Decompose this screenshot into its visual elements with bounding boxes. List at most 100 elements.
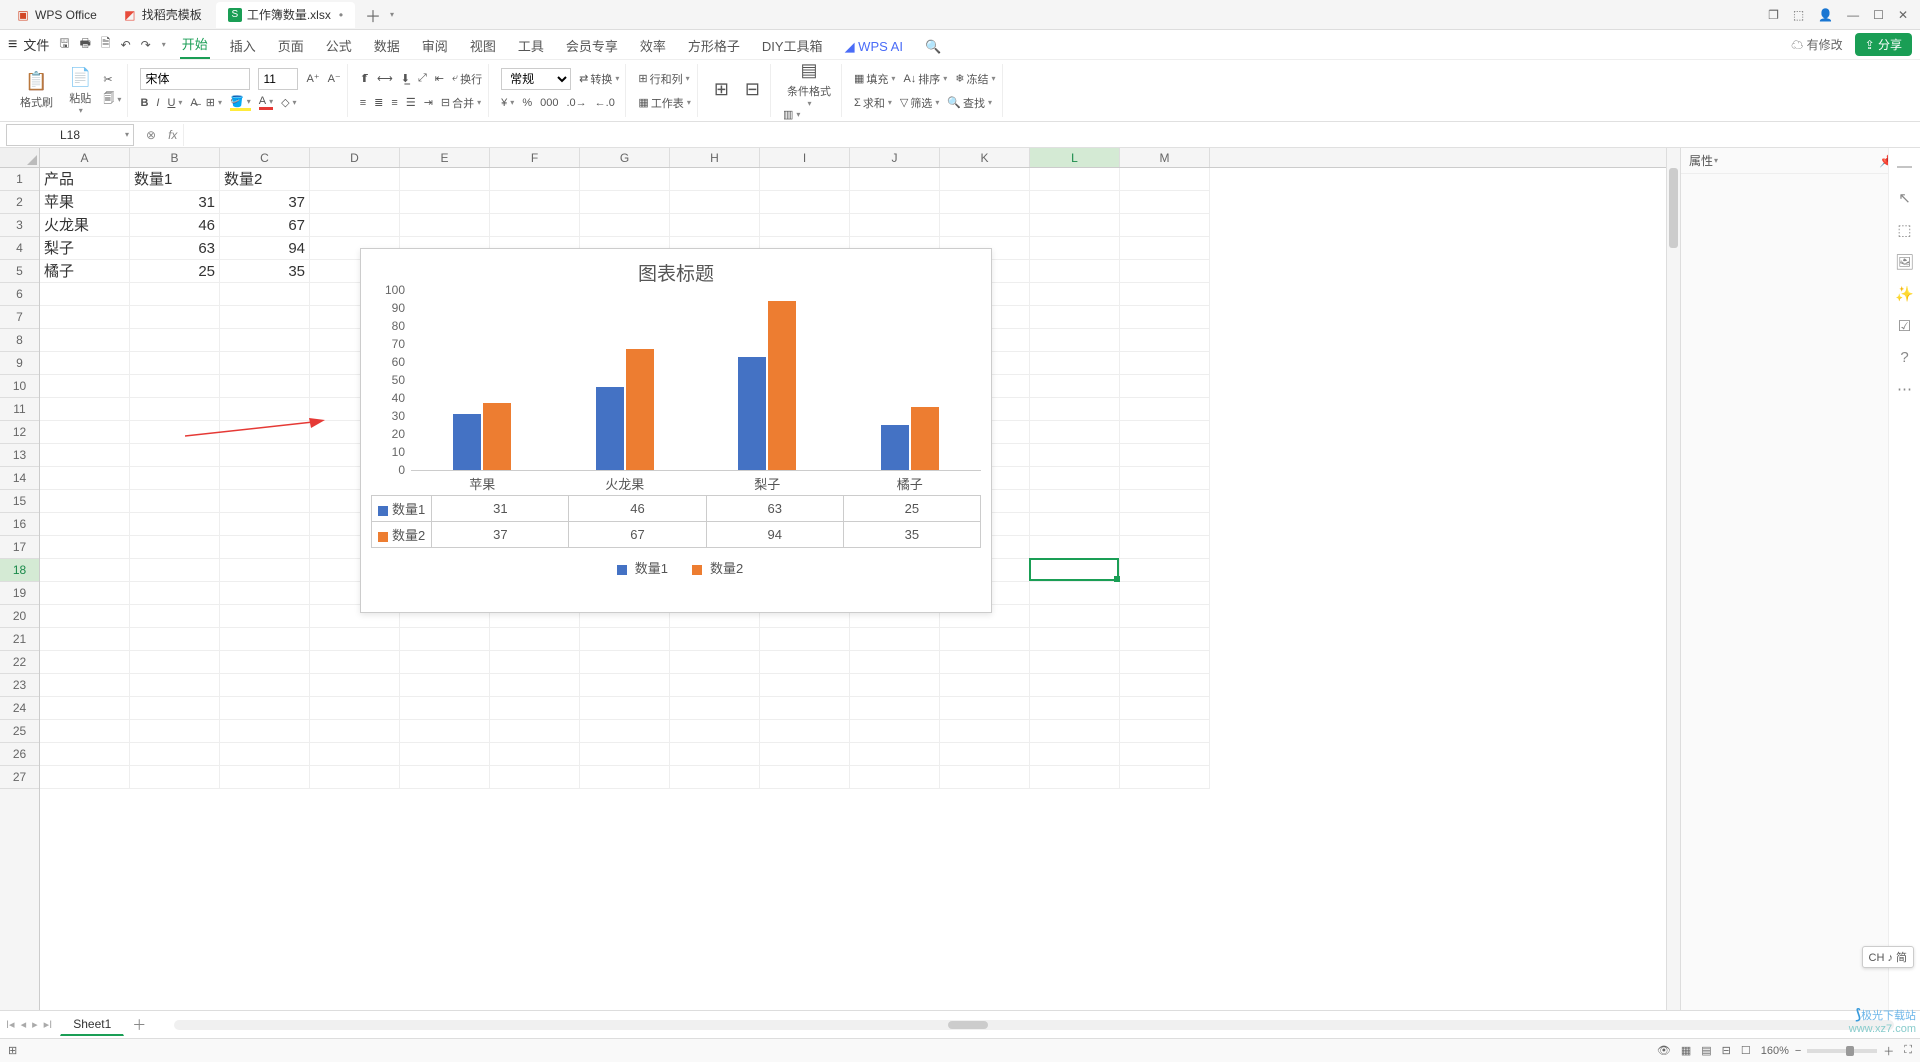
sum-button[interactable]: Σ 求和▾	[854, 95, 892, 111]
rail-more-icon[interactable]: ⋯	[1897, 380, 1912, 398]
indent-dec-icon[interactable]: ⇤	[435, 72, 444, 85]
file-menu[interactable]: 文件	[23, 35, 49, 54]
tab-efficiency[interactable]: 效率	[638, 32, 668, 59]
underline-icon[interactable]: U▾	[167, 97, 182, 109]
tab-diy[interactable]: DIY工具箱	[760, 32, 825, 59]
align-right-icon[interactable]: ≡	[391, 97, 397, 109]
window-close-icon[interactable]: ✕	[1898, 8, 1908, 22]
freeze-button[interactable]: ❄ 冻结▾	[955, 71, 995, 87]
cut-icon[interactable]: ✂	[103, 73, 121, 86]
horizontal-scrollbar[interactable]	[174, 1020, 1894, 1030]
rowcol-button[interactable]: ⊞ 行和列▾	[638, 71, 689, 87]
tab-page[interactable]: 页面	[276, 32, 306, 59]
rail-help-icon[interactable]: ?	[1900, 349, 1908, 366]
print-preview-icon[interactable]: 🗎	[101, 34, 111, 55]
inc-decimal-icon[interactable]: .0→	[566, 97, 586, 109]
fx-cancel-icon[interactable]: ⊗	[140, 128, 162, 142]
zoom-out-icon[interactable]: −	[1795, 1045, 1801, 1057]
increase-font-icon[interactable]: A⁺	[306, 72, 319, 85]
template-tab[interactable]: ◩ 找稻壳模板	[111, 2, 214, 28]
number-format-select[interactable]: 常规	[501, 68, 571, 90]
undo-icon[interactable]: ↶	[121, 38, 131, 52]
view-break-icon[interactable]: ⊟	[1722, 1044, 1731, 1057]
border-icon[interactable]: ⊞▾	[206, 96, 222, 109]
fx-icon[interactable]: fx	[162, 128, 183, 142]
zoom-in-icon[interactable]: ＋	[1883, 1043, 1894, 1059]
window-minimize-icon[interactable]: —	[1847, 8, 1859, 22]
view-eye-icon[interactable]: 👁	[1657, 1044, 1671, 1057]
font-color-icon[interactable]: A▾	[259, 95, 273, 110]
search-icon[interactable]: 🔍	[923, 35, 943, 59]
chart-title[interactable]: 图表标题	[361, 249, 991, 290]
save-icon[interactable]: 🖫	[59, 34, 69, 55]
merge-button[interactable]: ⊟ 合并▾	[441, 95, 481, 111]
copy-icon[interactable]: 🗐▾	[103, 90, 121, 109]
window-restore-icon[interactable]: ❐	[1768, 8, 1779, 22]
sheet-last-icon[interactable]: ▸I	[44, 1018, 53, 1031]
select-all-corner[interactable]	[0, 148, 40, 168]
strike-icon[interactable]: A̶	[190, 97, 197, 109]
filter-button[interactable]: ▽ 筛选▾	[900, 95, 939, 111]
tab-formula[interactable]: 公式	[324, 32, 354, 59]
row-headers[interactable]: 1234567891011121314151617181920212223242…	[0, 168, 40, 1010]
name-box[interactable]: L18▾	[6, 124, 134, 146]
share-button[interactable]: ⇪ 分享	[1855, 33, 1912, 56]
status-mode-icon[interactable]: ⊞	[8, 1044, 17, 1057]
tab-square[interactable]: 方形格子	[686, 32, 742, 59]
rail-style-icon[interactable]: ⬚	[1897, 221, 1911, 239]
tab-tools[interactable]: 工具	[516, 32, 546, 59]
tab-member[interactable]: 会员专享	[564, 32, 620, 59]
cell-style-icon[interactable]: ▥▾	[783, 108, 835, 121]
app-tab[interactable]: ▣ WPS Office	[4, 2, 109, 28]
clear-format-icon[interactable]: ◇▾	[281, 96, 296, 109]
spreadsheet-grid[interactable]: ABCDEFGHIJKLM 12345678910111213141516171…	[0, 148, 1680, 1010]
print-icon[interactable]: 🖶	[80, 34, 91, 55]
view-read-icon[interactable]: ☐	[1741, 1044, 1751, 1057]
rail-review-icon[interactable]: ☑	[1898, 317, 1911, 335]
convert-button[interactable]: ⇄ 转换▾	[579, 71, 619, 87]
cube-icon[interactable]: ⬚	[1793, 8, 1804, 22]
ime-indicator[interactable]: CH ♪ 简	[1862, 946, 1915, 968]
dec-decimal-icon[interactable]: ←.0	[595, 97, 615, 109]
chart-legend[interactable]: 数量1数量2	[361, 548, 991, 587]
justify-icon[interactable]: ☰	[406, 96, 416, 109]
cloud-modify-indicator[interactable]: ☁ 有修改	[1791, 36, 1842, 53]
worksheet-button[interactable]: ▦ 工作表▾	[638, 95, 690, 111]
tab-review[interactable]: 审阅	[420, 32, 450, 59]
rail-assets-icon[interactable]: 🖼	[1895, 253, 1914, 271]
zoom-control[interactable]: 160% − ＋	[1761, 1043, 1895, 1059]
sheet-first-icon[interactable]: I◂	[6, 1018, 15, 1031]
redo-icon[interactable]: ↷	[141, 38, 151, 52]
rail-select-icon[interactable]: ↖	[1898, 189, 1911, 207]
rail-effects-icon[interactable]: ✨	[1895, 285, 1914, 303]
tab-data[interactable]: 数据	[372, 32, 402, 59]
tab-home[interactable]: 开始	[180, 30, 210, 59]
align-left-icon[interactable]: ≡	[360, 97, 366, 109]
add-sheet-button[interactable]: ＋	[124, 1015, 154, 1035]
hamburger-icon[interactable]: ≡	[8, 36, 17, 54]
currency-icon[interactable]: ¥▾	[501, 97, 514, 109]
avatar-icon[interactable]: 👤	[1818, 8, 1833, 22]
format-painter-button[interactable]: 📋格式刷	[16, 71, 57, 110]
tab-menu-dropdown[interactable]: ▾	[390, 10, 394, 19]
fill-button[interactable]: ▦ 填充▾	[854, 71, 895, 87]
sort-button[interactable]: A↓ 排序▾	[903, 71, 947, 87]
align-middle-icon[interactable]: ⟷	[377, 72, 393, 85]
tab-view[interactable]: 视图	[468, 32, 498, 59]
rail-collapse-icon[interactable]: —	[1897, 158, 1912, 175]
sheet-next-icon[interactable]: ▸	[32, 1018, 38, 1031]
chart-plot-area[interactable]: 0102030405060708090100	[411, 290, 981, 470]
decrease-font-icon[interactable]: A⁻	[328, 72, 341, 85]
tab-insert[interactable]: 插入	[228, 32, 258, 59]
font-size-select[interactable]	[258, 68, 298, 90]
cond-format-button[interactable]: ▤条件格式▾	[783, 60, 835, 108]
bold-icon[interactable]: B	[140, 97, 148, 109]
qat-dropdown[interactable]: ▾	[162, 40, 166, 49]
fill-color-icon[interactable]: 🪣▾	[230, 95, 251, 111]
wrap-text-button[interactable]: ⤶ 换行	[452, 71, 482, 87]
indent-inc-icon[interactable]: ⇥	[424, 96, 433, 109]
insert-cells-icon[interactable]: ⊞	[710, 79, 733, 102]
align-bottom-icon[interactable]: ⬇̲	[401, 72, 410, 85]
column-headers[interactable]: ABCDEFGHIJKLM	[40, 148, 1666, 168]
view-normal-icon[interactable]: ▦	[1681, 1044, 1691, 1057]
